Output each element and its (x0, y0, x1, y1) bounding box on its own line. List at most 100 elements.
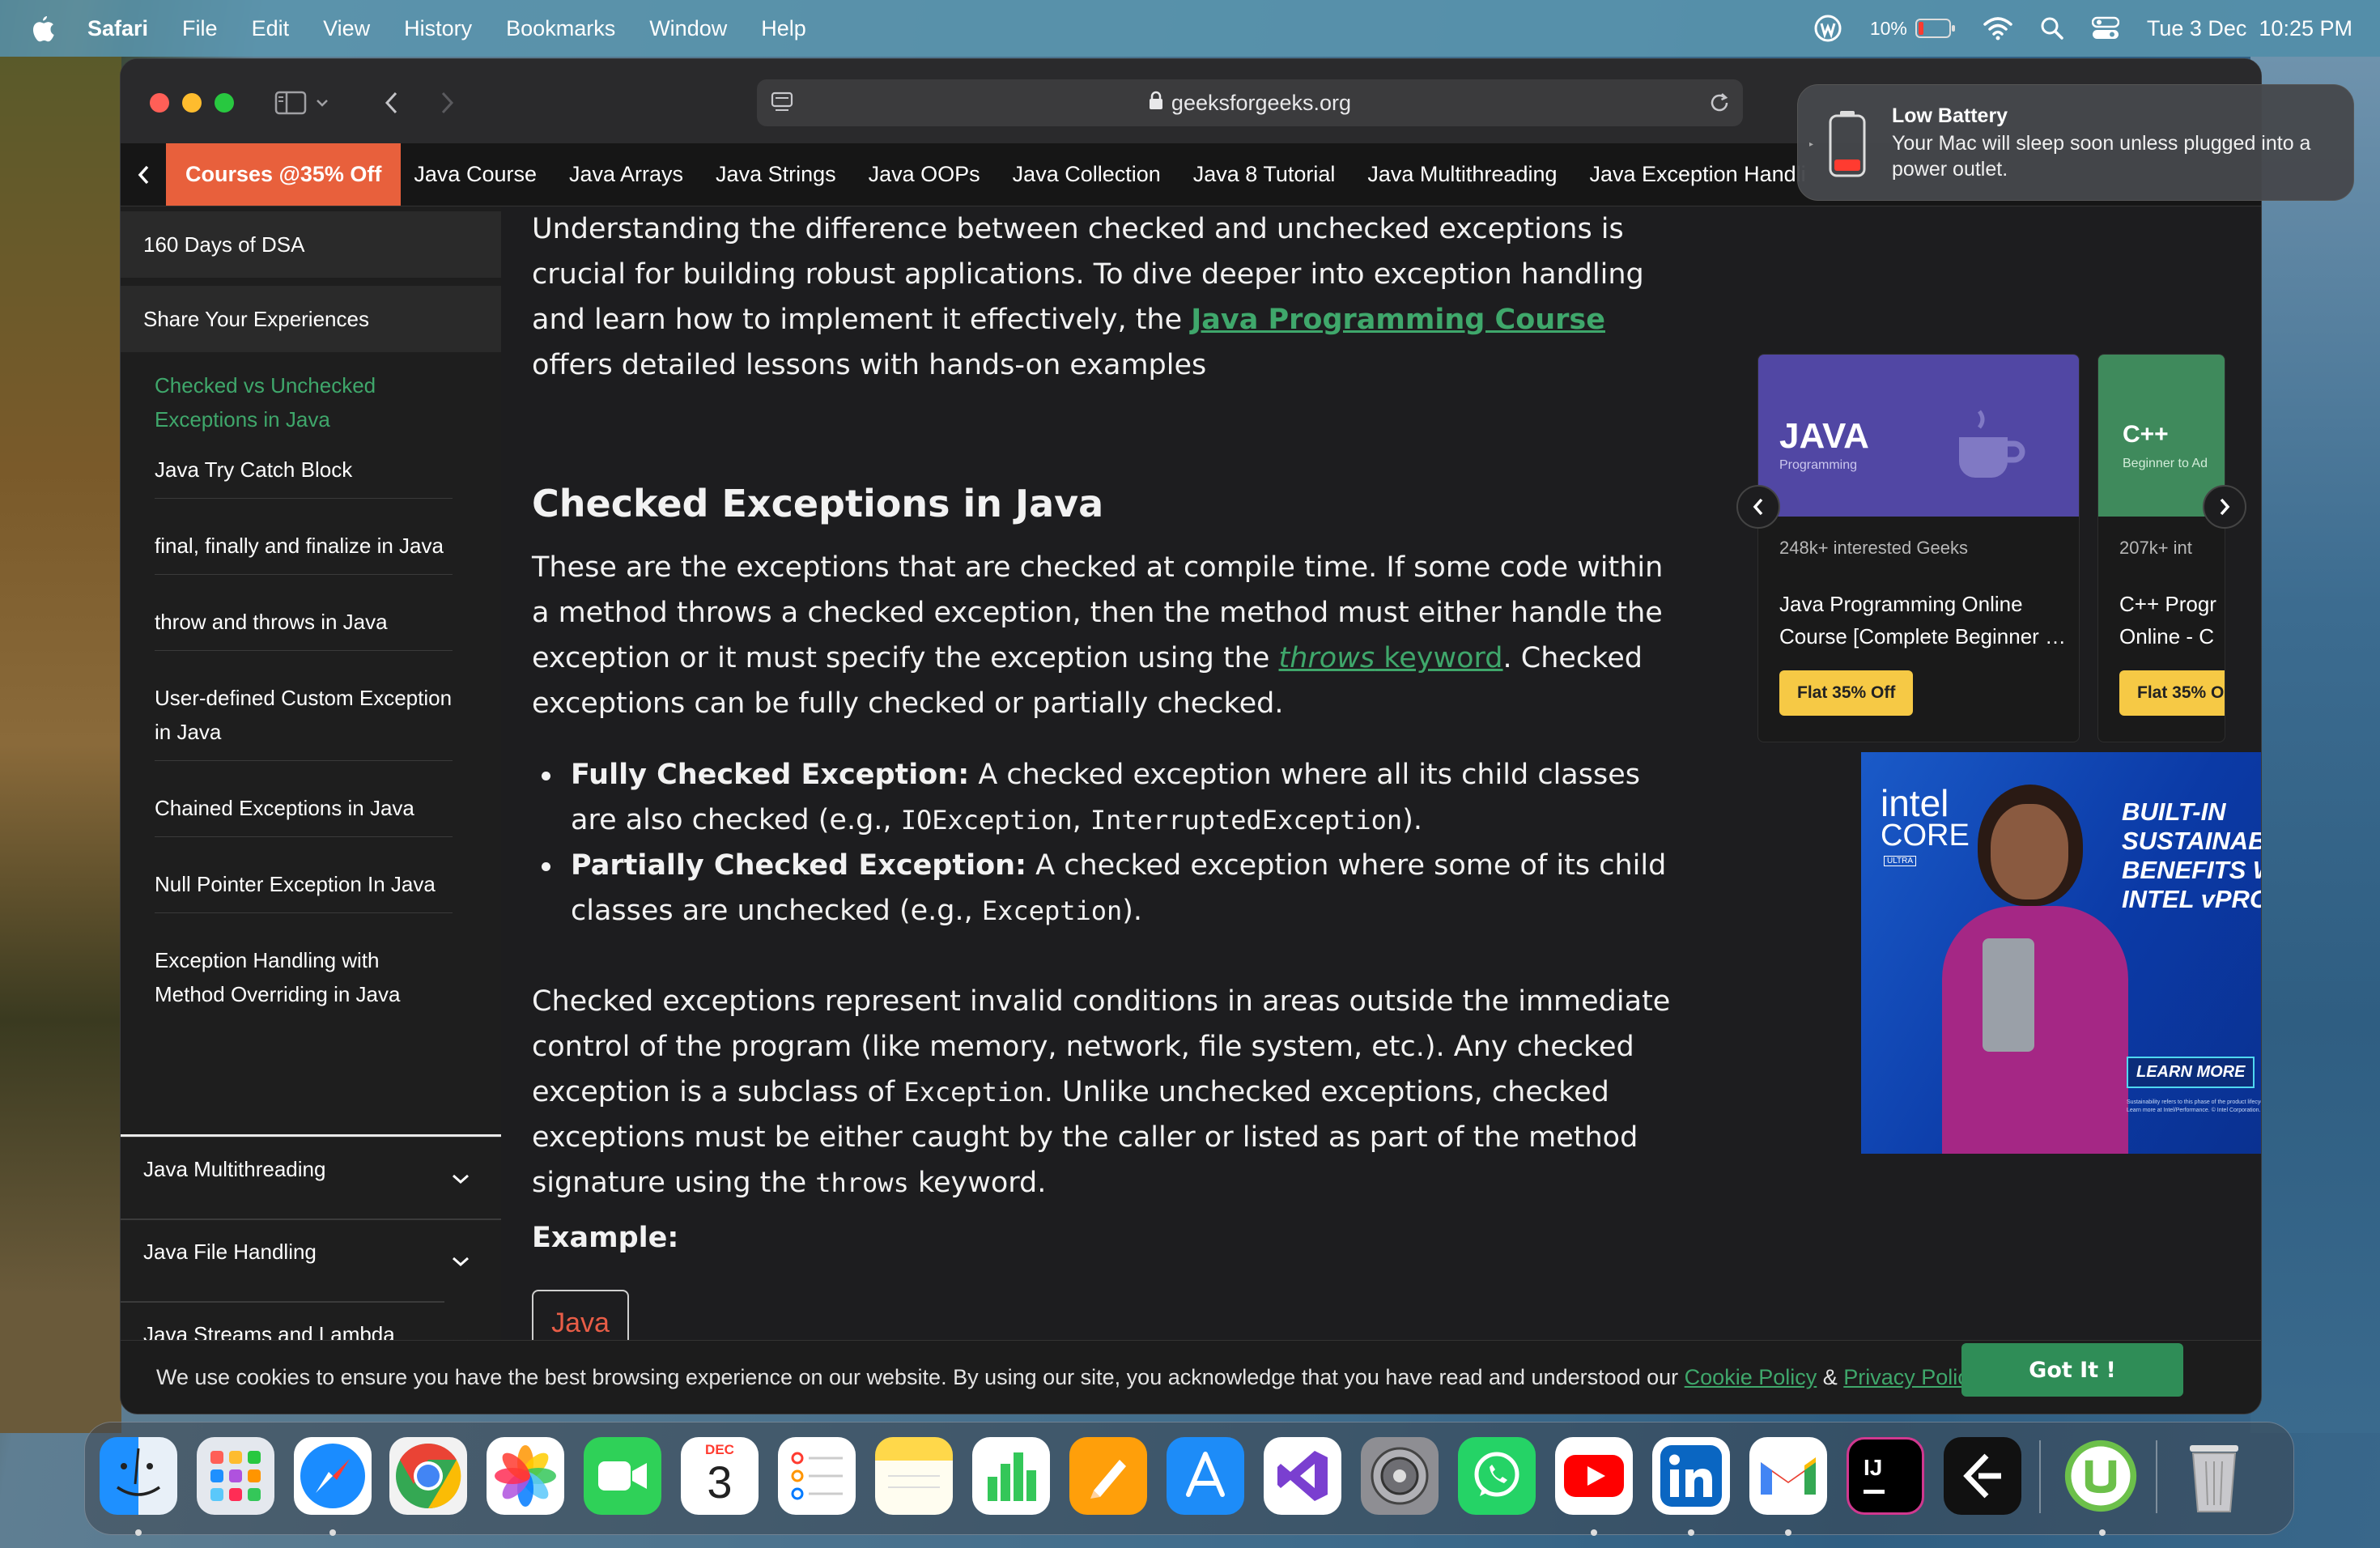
inline-code: Exception (981, 895, 1123, 926)
nav-java-collection[interactable]: Java Collection (1013, 162, 1161, 187)
wifi-icon[interactable] (1983, 16, 2012, 40)
sidebar-section-multithreading[interactable]: Java Multithreading (121, 1136, 501, 1201)
privacy-policy-link[interactable]: Privacy Policy (1843, 1365, 1979, 1389)
tab-group-chevron-down-icon[interactable] (310, 83, 334, 122)
safari-window: geeksforgeeks.org Courses @35% Off Java … (120, 58, 2262, 1414)
back-arrow-icon[interactable] (372, 83, 410, 122)
intel-advertisement[interactable]: intel CORE ULTRA BUILT-IN SUSTAINABILITY… (1861, 752, 2261, 1154)
nav-scroll-left-icon[interactable] (121, 164, 166, 185)
carousel-prev-arrow-icon[interactable] (1736, 485, 1780, 529)
cookie-accept-button[interactable]: Got It ! (1961, 1343, 2183, 1397)
battery-icon[interactable] (1915, 18, 1956, 39)
zoom-window-button[interactable] (215, 93, 234, 113)
launchpad-icon[interactable] (197, 1437, 274, 1515)
cookie-message: We use cookies to ensure you have the be… (156, 1365, 1979, 1390)
nav-java-8-tutorial[interactable]: Java 8 Tutorial (1193, 162, 1336, 187)
sidebar-item-final-finally[interactable]: final, finally and finalize in Java (155, 517, 453, 575)
menu-history[interactable]: History (404, 16, 472, 41)
interested-geeks: 248k+ interested Geeks (1779, 538, 1968, 558)
desktop-wallpaper-right (2250, 57, 2380, 1433)
nav-java-multithreading[interactable]: Java Multithreading (1367, 162, 1557, 187)
carousel-next-arrow-icon[interactable] (2203, 485, 2246, 529)
intro-paragraph: Understanding the difference between che… (532, 206, 1681, 388)
sidebar-section-file-handling[interactable]: Java File Handling (121, 1218, 501, 1283)
whatsapp-icon[interactable] (1458, 1437, 1536, 1515)
java-course-link[interactable]: Java Programming Course (1191, 304, 1605, 336)
sidebar-item-method-overriding[interactable]: Exception Handling with Method Overridin… (155, 932, 453, 1023)
trash-icon[interactable] (2175, 1437, 2253, 1515)
courses-promo-link[interactable]: Courses @35% Off (166, 143, 402, 206)
ad-brand-ultra: ULTRA (1884, 856, 1917, 866)
notification-body: Your Mac will sleep soon unless plugged … (1892, 132, 2311, 181)
control-center-icon[interactable] (2091, 16, 2119, 40)
cookie-policy-link[interactable]: Cookie Policy (1685, 1365, 1817, 1389)
forward-arrow-icon[interactable] (428, 83, 467, 122)
menu-bookmarks[interactable]: Bookmarks (506, 16, 615, 41)
sidebar-item-active[interactable]: Checked vs Unchecked Exceptions in Java (155, 357, 453, 448)
finder-icon[interactable] (100, 1437, 177, 1515)
spotlight-search-icon[interactable] (2040, 16, 2064, 40)
apple-menu-icon[interactable] (29, 15, 57, 42)
menu-help[interactable]: Help (761, 16, 806, 41)
nav-java-strings[interactable]: Java Strings (716, 162, 836, 187)
nav-java-exception-handling[interactable]: Java Exception Handli (1590, 162, 1806, 187)
nav-java-arrays[interactable]: Java Arrays (569, 162, 683, 187)
course-card-java[interactable]: JAVA Programming 248k+ interested Geeks … (1757, 354, 2080, 742)
sidebar-item-label: Share Your Experiences (143, 306, 369, 331)
reload-icon[interactable] (1707, 91, 1732, 121)
sidebar-item-custom-exception[interactable]: User-defined Custom Exception in Java (155, 670, 453, 761)
close-window-button[interactable] (150, 93, 169, 113)
sidebar-divider (121, 1134, 501, 1137)
chevron-down-icon (451, 1160, 470, 1194)
checked-exceptions-paragraph: These are the exceptions that are checke… (532, 545, 1681, 726)
proxyman-icon[interactable] (1944, 1437, 2021, 1515)
menu-file[interactable]: File (182, 16, 218, 41)
page-settings-icon[interactable] (770, 91, 794, 121)
discount-button[interactable]: Flat 35% Off (1779, 670, 1914, 716)
throws-keyword-link[interactable]: throws keyword (1279, 642, 1503, 674)
ad-fineprint: Sustainability refers to this phase of t… (2127, 1099, 2261, 1113)
safari-icon[interactable] (294, 1437, 372, 1515)
discount-button[interactable]: Flat 35% O (2119, 670, 2225, 716)
linkedin-icon[interactable] (1652, 1437, 1730, 1515)
numbers-icon[interactable] (972, 1437, 1050, 1515)
sidebar-160-days-dsa[interactable]: 160 Days of DSA (121, 211, 501, 278)
facetime-icon[interactable] (584, 1437, 661, 1515)
ad-brand-core: CORE (1881, 819, 1970, 853)
sidebar-item-throw-throws[interactable]: throw and throws in Java (155, 593, 453, 651)
intro-text-end: offers detailed lessons with hands-on ex… (532, 349, 1207, 381)
visual-studio-icon[interactable] (1264, 1437, 1341, 1515)
sidebar-toggle-icon[interactable] (271, 83, 310, 122)
sidebar-item-try-catch[interactable]: Java Try Catch Block (155, 441, 453, 499)
notes-icon[interactable] (875, 1437, 953, 1515)
menu-view[interactable]: View (323, 16, 370, 41)
system-settings-icon[interactable] (1361, 1437, 1439, 1515)
course-card-cpp[interactable]: C++ Beginner to Ad 207k+ int C++ Progr On… (2097, 354, 2225, 742)
vpn-status-icon[interactable] (1813, 14, 1842, 43)
cookie-text: We use cookies to ensure you have the be… (156, 1365, 1685, 1389)
menu-edit[interactable]: Edit (252, 16, 290, 41)
intellij-idea-icon[interactable]: IJ (1847, 1437, 1924, 1515)
nav-java-oops[interactable]: Java OOPs (869, 162, 980, 187)
sidebar-item-chained-exceptions[interactable]: Chained Exceptions in Java (155, 780, 453, 837)
pages-icon[interactable] (1069, 1437, 1147, 1515)
youtube-icon[interactable] (1555, 1437, 1633, 1515)
reminders-icon[interactable] (778, 1437, 856, 1515)
bullet-bold: Fully Checked Exception: (571, 759, 970, 791)
menu-clock[interactable]: Tue 3 Dec 10:25 PM (2147, 16, 2352, 41)
calendar-icon[interactable]: DEC 3 (681, 1437, 759, 1515)
utorrent-icon[interactable] (2062, 1437, 2140, 1515)
minimize-window-button[interactable] (182, 93, 202, 113)
sidebar-share-experiences[interactable]: Share Your Experiences (121, 286, 501, 352)
menu-window[interactable]: Window (649, 16, 727, 41)
photos-icon[interactable] (487, 1437, 564, 1515)
ad-learn-more-button[interactable]: LEARN MORE (2127, 1057, 2255, 1088)
sidebar-item-null-pointer[interactable]: Null Pointer Exception In Java (155, 856, 453, 913)
address-bar[interactable]: geeksforgeeks.org (757, 79, 1743, 126)
menu-app-name[interactable]: Safari (87, 16, 148, 41)
chrome-icon[interactable] (389, 1437, 467, 1515)
gmail-icon[interactable] (1749, 1437, 1827, 1515)
nav-java-course[interactable]: Java Course (414, 162, 537, 187)
low-battery-notification[interactable]: ▸ Low Battery Your Mac will sleep soon u… (1797, 84, 2354, 201)
app-store-icon[interactable] (1167, 1437, 1244, 1515)
